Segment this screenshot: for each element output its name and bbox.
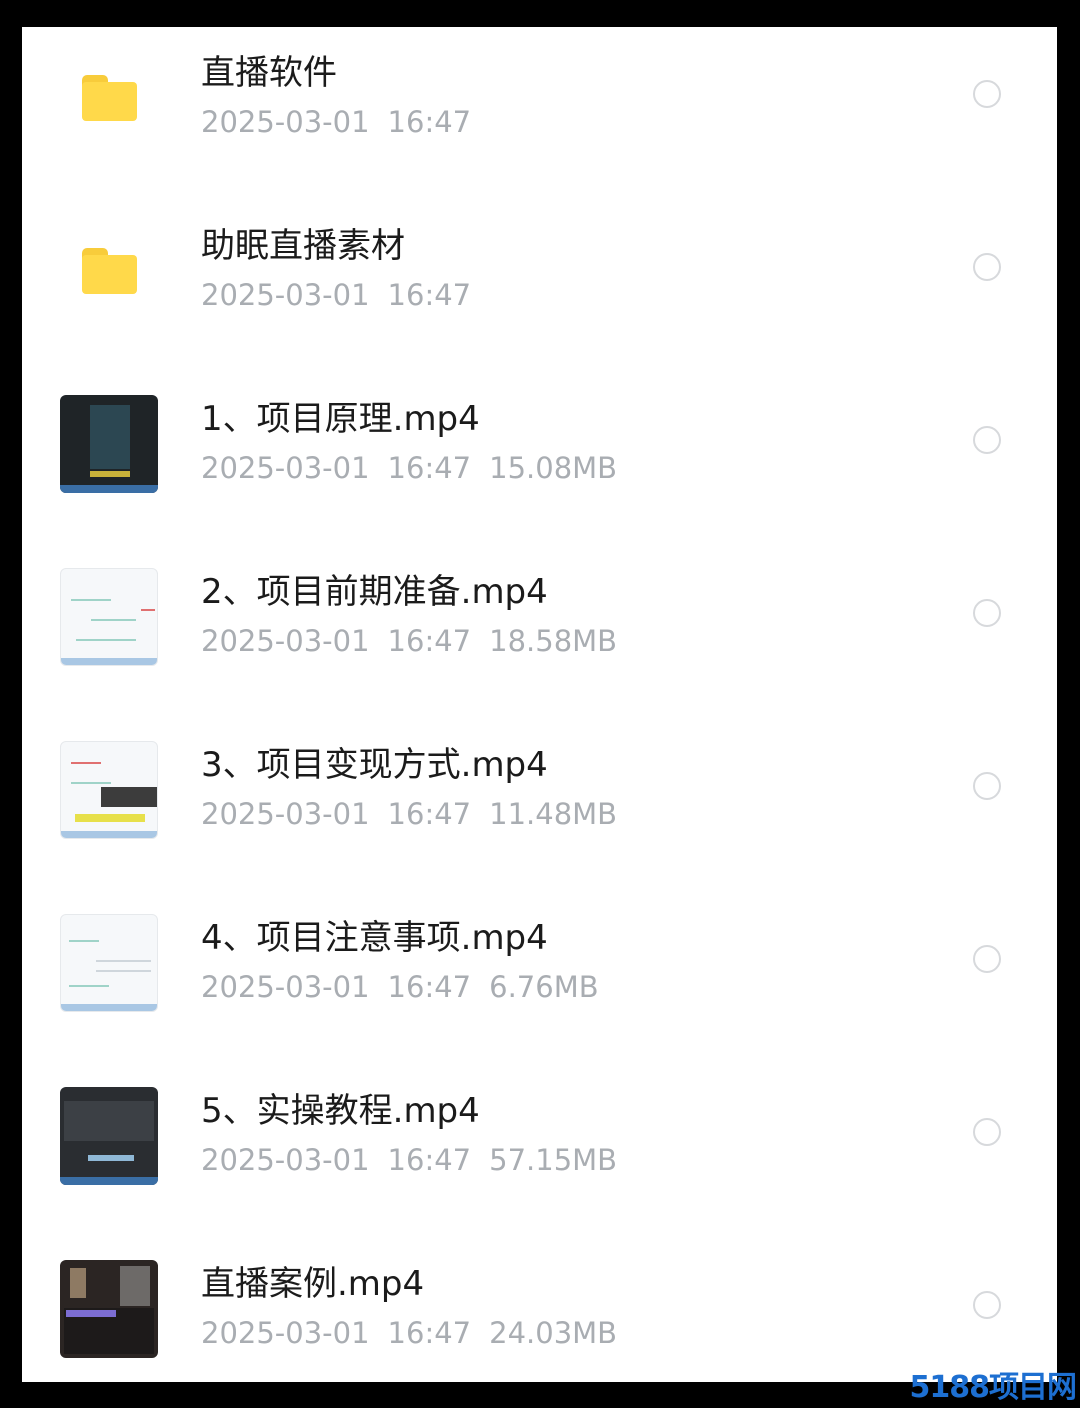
file-time: 16:47	[387, 970, 472, 1004]
file-meta: 2025-03-01 16:47 18.58MB	[201, 624, 635, 658]
file-date: 2025-03-01	[201, 105, 370, 139]
video-thumbnail	[60, 914, 158, 1012]
select-radio[interactable]	[973, 945, 1001, 973]
video-thumbnail	[60, 568, 158, 666]
file-name: 3、项目变现方式.mp4	[201, 745, 548, 785]
video-thumbnail	[60, 1087, 158, 1185]
list-item[interactable]: 2、项目前期准备.mp4 2025-03-01 16:47 18.58MB	[22, 546, 1057, 696]
list-item[interactable]: 3、项目变现方式.mp4 2025-03-01 16:47 11.48MB	[22, 719, 1057, 869]
select-radio[interactable]	[973, 1118, 1001, 1146]
file-meta: 2025-03-01 16:47	[201, 105, 507, 139]
watermark: 5188项目网	[909, 1370, 1077, 1405]
video-thumbnail	[60, 1260, 158, 1358]
file-size: 6.76MB	[489, 970, 599, 1004]
file-date: 2025-03-01	[201, 451, 370, 485]
file-time: 16:47	[387, 105, 472, 139]
list-item[interactable]: 1、项目原理.mp4 2025-03-01 16:47 15.08MB	[22, 373, 1057, 523]
file-date: 2025-03-01	[201, 278, 370, 312]
file-name: 助眠直播素材	[201, 226, 405, 266]
video-thumbnail	[60, 395, 158, 493]
folder-icon	[60, 222, 158, 320]
file-size: 18.58MB	[489, 624, 618, 658]
select-radio[interactable]	[973, 253, 1001, 281]
file-meta: 2025-03-01 16:47 11.48MB	[201, 797, 635, 831]
file-time: 16:47	[387, 624, 472, 658]
list-item[interactable]: 4、项目注意事项.mp4 2025-03-01 16:47 6.76MB	[22, 892, 1057, 1042]
list-item[interactable]: 5、实操教程.mp4 2025-03-01 16:47 57.15MB	[22, 1065, 1057, 1215]
file-name: 4、项目注意事项.mp4	[201, 918, 548, 958]
folder-icon	[60, 49, 158, 147]
file-size: 11.48MB	[489, 797, 618, 831]
file-time: 16:47	[387, 797, 472, 831]
select-radio[interactable]	[973, 426, 1001, 454]
file-meta: 2025-03-01 16:47 24.03MB	[201, 1316, 635, 1350]
list-item[interactable]: 直播软件 2025-03-01 16:47	[22, 27, 1057, 177]
video-thumbnail	[60, 741, 158, 839]
list-item[interactable]: 直播案例.mp4 2025-03-01 16:47 24.03MB	[22, 1238, 1057, 1382]
file-name: 直播软件	[201, 53, 337, 93]
file-time: 16:47	[387, 1316, 472, 1350]
file-name: 直播案例.mp4	[201, 1264, 425, 1304]
file-name: 5、实操教程.mp4	[201, 1091, 480, 1131]
file-time: 16:47	[387, 451, 472, 485]
select-radio[interactable]	[973, 1291, 1001, 1319]
file-meta: 2025-03-01 16:47	[201, 278, 507, 312]
file-date: 2025-03-01	[201, 1316, 370, 1350]
list-item[interactable]: 助眠直播素材 2025-03-01 16:47	[22, 200, 1057, 350]
file-date: 2025-03-01	[201, 1143, 370, 1177]
file-meta: 2025-03-01 16:47 6.76MB	[201, 970, 617, 1004]
file-time: 16:47	[387, 1143, 472, 1177]
file-meta: 2025-03-01 16:47 15.08MB	[201, 451, 635, 485]
select-radio[interactable]	[973, 80, 1001, 108]
file-list-screen: 直播软件 2025-03-01 16:47 助眠直播素材 2025-03-01 16…	[22, 27, 1057, 1382]
file-size: 57.15MB	[489, 1143, 618, 1177]
file-name: 2、项目前期准备.mp4	[201, 572, 548, 612]
file-size: 24.03MB	[489, 1316, 618, 1350]
file-name: 1、项目原理.mp4	[201, 399, 480, 439]
file-time: 16:47	[387, 278, 472, 312]
file-date: 2025-03-01	[201, 797, 370, 831]
select-radio[interactable]	[973, 599, 1001, 627]
file-size: 15.08MB	[489, 451, 618, 485]
file-meta: 2025-03-01 16:47 57.15MB	[201, 1143, 635, 1177]
select-radio[interactable]	[973, 772, 1001, 800]
file-date: 2025-03-01	[201, 970, 370, 1004]
file-date: 2025-03-01	[201, 624, 370, 658]
